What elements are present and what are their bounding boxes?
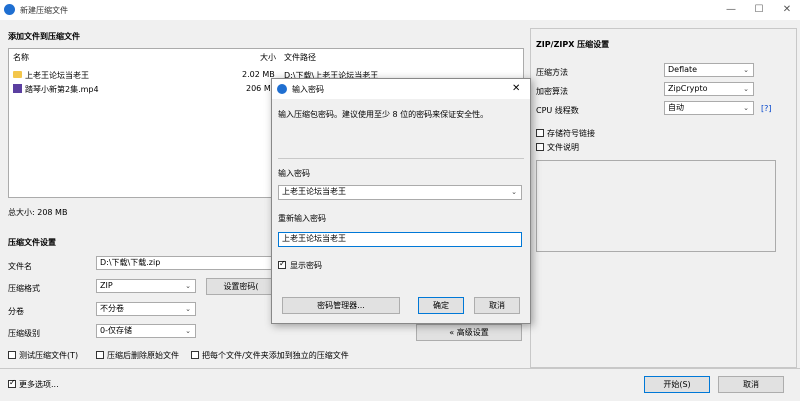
chevron-down-icon: ⌄ — [743, 85, 749, 93]
password-dialog: 输入密码 ✕ 输入压缩包密码。建议使用至少 8 位的密码来保证安全性。 输入密码… — [271, 78, 531, 324]
file-comment-textarea[interactable] — [536, 160, 776, 252]
footer-divider — [0, 368, 800, 369]
dialog-title: 输入密码 — [292, 85, 324, 94]
chevron-down-icon: ⌄ — [511, 188, 517, 196]
level-value: 0-仅存储 — [100, 326, 132, 335]
column-header-path[interactable]: 文件路径 — [284, 52, 316, 63]
dialog-description: 输入压缩包密码。建议使用至少 8 位的密码来保证安全性。 — [278, 110, 489, 119]
encrypt-select[interactable]: ZipCrypto ⌄ — [664, 82, 754, 96]
password-value: 上老王论坛当老王 — [282, 187, 346, 196]
level-select[interactable]: 0-仅存储 ⌄ — [96, 324, 196, 338]
method-select[interactable]: Deflate ⌄ — [664, 63, 754, 77]
advanced-settings-button[interactable]: « 高级设置 — [416, 324, 522, 341]
store-symlinks-checkbox[interactable] — [536, 129, 544, 137]
chevron-down-icon: ⌄ — [185, 305, 191, 313]
level-label: 压缩级别 — [8, 329, 40, 338]
column-header-size[interactable]: 大小 — [260, 52, 276, 63]
dialog-divider — [278, 158, 524, 159]
more-options-checkbox[interactable] — [8, 378, 16, 388]
test-archive-checkbox[interactable] — [8, 351, 16, 359]
video-file-icon — [13, 84, 22, 93]
show-password-label: 显示密码 — [290, 261, 322, 270]
password-manager-button[interactable]: 密码管理器... — [282, 297, 400, 314]
close-window-button[interactable]: ✕ — [774, 0, 800, 20]
chevron-down-icon: ⌄ — [185, 327, 191, 335]
zip-settings-title: ZIP/ZIPX 压缩设置 — [536, 40, 610, 49]
encrypt-value: ZipCrypto — [668, 84, 708, 93]
store-symlinks-label: 存储符号链接 — [547, 129, 595, 138]
password-label: 输入密码 — [278, 169, 310, 178]
dialog-title-bar: 输入密码 ✕ — [272, 79, 530, 99]
cancel-button[interactable]: 取消 — [718, 376, 784, 393]
set-password-button[interactable]: 设置密码( — [206, 278, 276, 295]
files-section-title: 添加文件到压缩文件 — [8, 32, 80, 41]
maximize-button[interactable]: ☐ — [746, 0, 772, 20]
split-value: 不分卷 — [100, 304, 124, 313]
format-value: ZIP — [100, 281, 113, 290]
close-icon[interactable]: ✕ — [512, 83, 520, 94]
chevron-down-icon: ⌄ — [185, 282, 191, 290]
file-comment-checkbox[interactable] — [536, 143, 544, 151]
threads-select[interactable]: 自动 ⌄ — [664, 101, 754, 115]
method-value: Deflate — [668, 65, 698, 74]
file-size: 2.02 MB — [242, 70, 275, 79]
test-archive-label: 测试压缩文件(T) — [19, 351, 79, 360]
threads-value: 自动 — [668, 103, 684, 112]
title-bar: 新建压缩文件 — ☐ ✕ — [0, 0, 800, 20]
separate-archives-label: 把每个文件/文件夹添加到独立的压缩文件 — [202, 351, 349, 360]
confirm-password-input[interactable]: 上老王论坛当老王 — [278, 232, 522, 247]
chevron-down-icon: ⌄ — [743, 104, 749, 112]
split-select[interactable]: 不分卷 ⌄ — [96, 302, 196, 316]
chevron-down-icon: ⌄ — [743, 66, 749, 74]
window-title: 新建压缩文件 — [20, 6, 68, 15]
delete-after-label: 压缩后删除原始文件 — [107, 351, 179, 360]
file-name: 踏琴小新第2集.mp4 — [25, 85, 99, 94]
password-input[interactable]: 上老王论坛当老王 ⌄ — [278, 185, 522, 200]
minimize-button[interactable]: — — [718, 0, 744, 20]
delete-after-checkbox[interactable] — [96, 351, 104, 359]
file-name: 上老王论坛当老王 — [25, 71, 89, 80]
show-password-checkbox[interactable] — [278, 259, 286, 269]
file-comment-label: 文件说明 — [547, 143, 579, 152]
column-header-name[interactable]: 名称 — [13, 52, 29, 63]
dialog-ok-button[interactable]: 确定 — [418, 297, 464, 314]
format-label: 压缩格式 — [8, 284, 40, 293]
compress-section-title: 压缩文件设置 — [8, 238, 56, 247]
confirm-password-label: 重新输入密码 — [278, 214, 326, 223]
start-button[interactable]: 开始(S) — [644, 376, 710, 393]
separate-archives-checkbox[interactable] — [191, 351, 199, 359]
folder-icon — [13, 71, 22, 78]
filename-label: 文件名 — [8, 262, 32, 271]
filename-input[interactable]: D:\下载\下载.zip — [96, 256, 276, 270]
threads-label: CPU 线程数 — [536, 106, 579, 115]
split-label: 分卷 — [8, 307, 24, 316]
format-select[interactable]: ZIP ⌄ — [96, 279, 196, 293]
threads-help-link[interactable]: [?] — [761, 104, 772, 113]
app-icon — [277, 84, 287, 94]
file-size: 206 M — [246, 84, 271, 93]
encrypt-label: 加密算法 — [536, 87, 568, 96]
dialog-cancel-button[interactable]: 取消 — [474, 297, 520, 314]
total-size: 总大小: 208 MB — [8, 208, 68, 217]
more-options-label: 更多选项... — [19, 380, 59, 389]
method-label: 压缩方法 — [536, 68, 568, 77]
app-icon — [4, 4, 15, 15]
